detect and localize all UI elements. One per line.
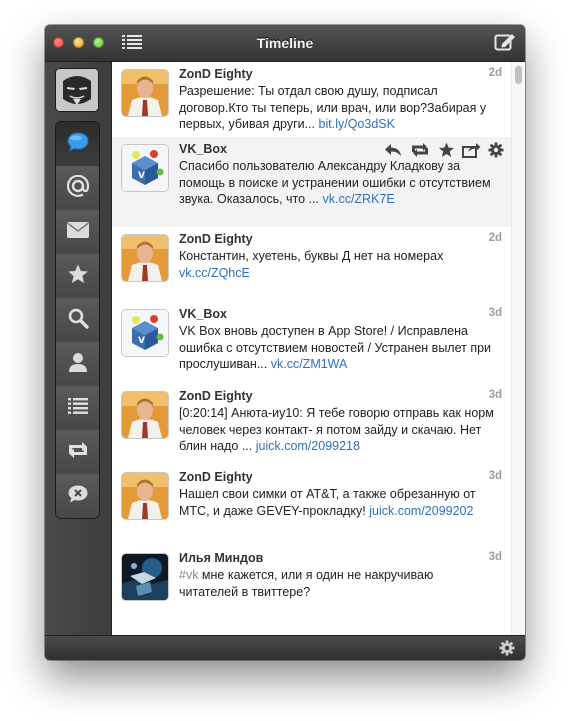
sidebar-item-messages[interactable] xyxy=(56,210,99,255)
sidebar-item-retweets[interactable] xyxy=(56,430,99,475)
app-window: Timeline ZonD Eighty 2d Разрешение: Ты о… xyxy=(45,25,525,660)
tweet-author[interactable]: ZonD Eighty xyxy=(179,232,253,246)
tweet-time: 3d xyxy=(488,389,502,401)
tweet-author[interactable]: ZonD Eighty xyxy=(179,389,253,403)
avatar[interactable] xyxy=(122,554,168,600)
tweet-time: 3d xyxy=(488,470,502,482)
tweet-row[interactable]: ZonD Eighty 2d Разрешение: Ты отдал свою… xyxy=(112,62,512,138)
title-bar: Timeline xyxy=(45,25,525,62)
tweet-text: [0:20:14] Анюта-иу10: Я тебе говорю отпр… xyxy=(179,406,494,453)
sidebar-nav xyxy=(56,122,99,518)
sidebar-item-mentions[interactable] xyxy=(56,166,99,211)
profile-icon xyxy=(67,351,89,378)
tweet-link[interactable]: vk.cc/ZRK7E xyxy=(322,192,394,206)
sidebar-item-muted[interactable] xyxy=(56,474,99,518)
account-avatar[interactable] xyxy=(56,69,98,111)
avatar[interactable] xyxy=(122,473,168,519)
tweet-link[interactable]: vk.cc/ZQhcE xyxy=(179,266,250,280)
tweet-hashtag[interactable]: #vk xyxy=(179,568,198,582)
avatar[interactable] xyxy=(122,392,168,438)
window-title: Timeline xyxy=(256,35,314,51)
tweet-link[interactable]: juick.com/2099202 xyxy=(369,504,473,518)
tweet-author[interactable]: ZonD Eighty xyxy=(179,470,253,484)
avatar[interactable] xyxy=(122,70,168,116)
timeline-list[interactable]: ZonD Eighty 2d Разрешение: Ты отдал свою… xyxy=(112,62,525,635)
tweet-link[interactable]: juick.com/2099218 xyxy=(256,439,360,453)
tweet-author[interactable]: ZonD Eighty xyxy=(179,67,253,81)
tweet-row[interactable]: Илья Миндов 3d #vk мне кажется, или я од… xyxy=(112,546,512,635)
sidebar xyxy=(45,62,112,635)
favorites-icon xyxy=(67,263,89,290)
tweet-row[interactable]: V VK_Box 3d VK Box вновь доступен в App … xyxy=(112,302,512,385)
lists-icon xyxy=(67,397,89,420)
tweet-text: Спасибо пользователю Александру Кладкову… xyxy=(179,159,491,206)
bottom-bar xyxy=(45,635,525,660)
tweet-link[interactable]: vk.cc/ZM1WA xyxy=(271,357,348,371)
tweet-text: #vk мне кажется, или я один не накручива… xyxy=(179,568,434,599)
compose-icon[interactable] xyxy=(494,32,516,57)
tweet-author[interactable]: VK_Box xyxy=(179,142,227,156)
tweet-link[interactable]: bit.ly/Qo3dSK xyxy=(319,117,395,131)
tweet-text: Нашел свои симки от AT&T, а также обреза… xyxy=(179,487,476,518)
gear-icon[interactable] xyxy=(499,640,515,660)
svg-text:V: V xyxy=(138,171,145,181)
tweet-author[interactable]: Илья Миндов xyxy=(179,551,263,565)
avatar[interactable] xyxy=(122,235,168,281)
scrollbar[interactable] xyxy=(511,62,525,635)
tweet-time: 3d xyxy=(488,551,502,563)
messages-icon xyxy=(66,221,90,244)
sidebar-item-profile[interactable] xyxy=(56,342,99,387)
tweet-text: VK Box вновь доступен в App Store! / Исп… xyxy=(179,324,492,371)
tweet-text: Разрешение: Ты отдал свою душу, подписал… xyxy=(179,84,487,131)
muted-icon xyxy=(67,484,89,509)
tweet-row[interactable]: ZonD Eighty 2d Константин, хуетень, букв… xyxy=(112,227,512,303)
tweet-author[interactable]: VK_Box xyxy=(179,307,227,321)
mentions-icon xyxy=(66,174,89,202)
tweet-time: 2d xyxy=(488,232,502,244)
tweet-text: Константин, хуетень, буквы Д нет на номе… xyxy=(179,249,444,280)
sidebar-item-search[interactable] xyxy=(56,298,99,343)
scrollbar-thumb[interactable] xyxy=(515,66,522,84)
svg-text:V: V xyxy=(138,336,145,346)
tweet-time: 3d xyxy=(488,307,502,319)
sidebar-item-lists[interactable] xyxy=(56,386,99,431)
tweet-row[interactable]: ZonD Eighty 3d Нашел свои симки от AT&T,… xyxy=(112,465,512,547)
tweet-time: 2d xyxy=(488,67,502,79)
sidebar-item-timeline[interactable] xyxy=(56,122,99,167)
timeline-icon xyxy=(66,131,90,158)
search-icon xyxy=(67,307,89,334)
retweets-icon xyxy=(65,440,91,465)
avatar[interactable]: V xyxy=(122,145,168,191)
tweet-row[interactable]: V VK_Box Спасибо пользователю Александру… xyxy=(112,137,512,228)
tweet-row[interactable]: ZonD Eighty 3d [0:20:14] Анюта-иу10: Я т… xyxy=(112,384,512,466)
sidebar-item-favorites[interactable] xyxy=(56,254,99,299)
avatar[interactable]: V xyxy=(122,310,168,356)
